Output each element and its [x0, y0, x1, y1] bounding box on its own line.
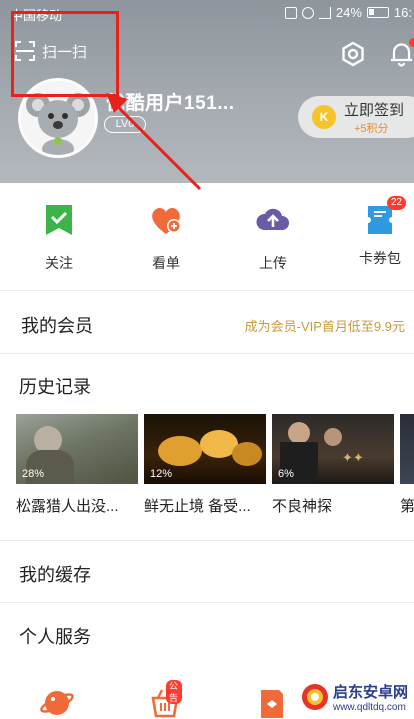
quick-label-follow: 关注 — [45, 255, 73, 271]
video-title: 鲜无止境 备受... — [144, 498, 251, 515]
cache-row[interactable]: 我的缓存 — [0, 543, 414, 601]
signal-icon — [318, 6, 331, 19]
quick-label-upload: 上传 — [259, 255, 287, 271]
quick-actions: 关注 看单 上传 22 卡券包 — [0, 196, 414, 276]
settings-icon[interactable] — [339, 40, 367, 68]
quick-label-list: 看单 — [152, 255, 180, 271]
coupon-count-badge: 22 — [386, 196, 406, 210]
video-thumbnail — [400, 414, 414, 484]
video-title: 不良神探 — [272, 498, 333, 515]
scan-button[interactable]: 扫一扫 — [14, 40, 87, 62]
quick-action-upload[interactable]: 上传 — [228, 196, 318, 273]
history-list: 28% 松露猎人出没... 12% 鲜无止境 备受... ✦✦ 6% 不良神探 … — [16, 414, 414, 524]
profile-header: 中国移动 24% 16: 扫一扫 优酷用户151... LV0 K 立即签到 +… — [0, 0, 414, 183]
notification-dot — [409, 38, 414, 47]
coin-icon: K — [312, 105, 336, 129]
video-thumbnail: 28% — [16, 414, 138, 484]
alarm-icon — [301, 6, 314, 19]
carrier-name: 中国移动 — [10, 8, 63, 23]
vip-promo-link[interactable]: 成为会员-VIP首月低至9.9元 — [245, 316, 405, 335]
koala-avatar-icon — [21, 81, 95, 155]
battery-icon — [366, 7, 389, 18]
announcement-button[interactable]: 公告 — [148, 680, 182, 718]
heart-plus-icon — [152, 208, 181, 234]
cloud-upload-icon — [256, 208, 289, 230]
quick-action-coupons[interactable]: 22 卡券包 — [335, 196, 414, 268]
watch-progress: 6% — [278, 468, 294, 480]
divider — [0, 353, 414, 354]
notification-button[interactable] — [389, 38, 414, 68]
announcement-badge: 公告 — [166, 680, 182, 704]
quick-action-follow[interactable]: 关注 — [14, 196, 104, 273]
services-title: 个人服务 — [19, 627, 91, 647]
site-watermark: 启东安卓网 www.qdltdq.com — [301, 681, 408, 713]
history-item[interactable]: ✦✦ 6% 不良神探 — [272, 414, 394, 516]
battery-percent: 24% — [335, 5, 362, 20]
video-thumbnail: ✦✦ 6% — [272, 414, 394, 484]
cache-title: 我的缓存 — [19, 565, 91, 585]
status-icons: 24% 16: — [284, 5, 412, 20]
history-item[interactable]: 12% 鲜无止境 备受... — [144, 414, 266, 516]
avatar[interactable] — [18, 78, 98, 158]
member-row[interactable]: 我的会员 成为会员-VIP首月低至9.9元 — [0, 292, 414, 352]
clock: 16: — [393, 5, 412, 20]
vibrate-icon — [284, 6, 297, 19]
scan-icon — [15, 41, 35, 61]
quick-action-list[interactable]: 看单 — [121, 196, 211, 273]
watermark-title: 启东安卓网 — [332, 684, 408, 701]
divider — [0, 540, 414, 541]
level-badge: LV0 — [104, 116, 146, 133]
divider — [0, 290, 414, 291]
history-title: 历史记录 — [19, 377, 91, 397]
divider — [0, 602, 414, 603]
watch-progress: 28% — [22, 468, 45, 480]
quick-label-coupons: 卡券包 — [359, 250, 401, 266]
history-item[interactable]: 第 — [400, 414, 414, 516]
checkin-button[interactable]: K 立即签到 +5积分 — [298, 96, 414, 138]
checkin-points: +5积分 — [354, 122, 389, 135]
document-icon[interactable] — [255, 684, 289, 718]
watch-progress: 12% — [150, 468, 173, 480]
member-title: 我的会员 — [21, 316, 93, 336]
scan-label: 扫一扫 — [42, 43, 88, 61]
video-title: 松露猎人出没... — [16, 498, 119, 515]
follow-check-icon — [46, 205, 72, 235]
planet-icon[interactable] — [40, 684, 74, 718]
watermark-url: www.qdltdq.com — [332, 702, 406, 713]
history-item[interactable]: 28% 松露猎人出没... — [16, 414, 138, 516]
video-thumbnail: 12% — [144, 414, 266, 484]
video-title: 第 — [400, 498, 414, 515]
watermark-logo-icon — [301, 684, 328, 710]
status-bar: 中国移动 24% 16: — [0, 0, 414, 26]
checkin-label: 立即签到 — [344, 101, 405, 119]
username[interactable]: 优酷用户151... — [106, 88, 235, 115]
